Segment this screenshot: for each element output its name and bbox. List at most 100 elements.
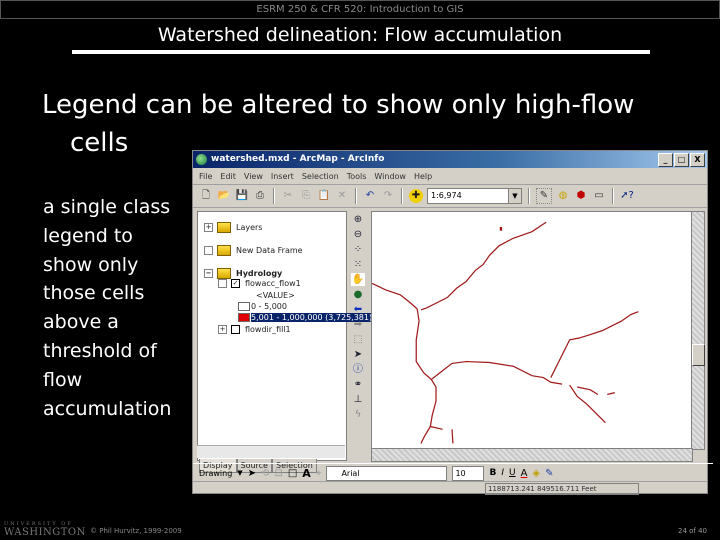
font-size-dropdown[interactable]: 10 xyxy=(452,465,485,481)
redo-icon[interactable]: ↷ xyxy=(381,189,395,203)
menu-selection[interactable]: Selection xyxy=(302,172,339,181)
fill-color-icon[interactable]: ◈ xyxy=(532,468,540,479)
map-view[interactable] xyxy=(371,211,693,450)
save-icon[interactable]: 💾 xyxy=(235,189,249,203)
data-frame-icon xyxy=(217,268,231,279)
layers-icon xyxy=(217,222,231,233)
map-vertical-scrollbar[interactable] xyxy=(691,211,705,450)
zoom-in-icon[interactable]: ⊕ xyxy=(351,213,365,226)
toolbar-separator xyxy=(273,188,275,204)
zoom-out-icon[interactable]: ⊖ xyxy=(351,228,365,241)
bold-icon[interactable]: B xyxy=(489,468,496,478)
arcmap-window: watershed.mxd - ArcMap - ArcInfo _ □ X F… xyxy=(192,150,713,495)
select-elements-icon[interactable]: ➤ xyxy=(351,348,365,361)
toc-new-data-frame[interactable]: New Data Frame xyxy=(204,245,303,256)
whats-this-help-icon[interactable]: ➚? xyxy=(620,189,634,203)
zoom-whole-page-icon[interactable]: ⊡ xyxy=(274,468,282,479)
stream-line xyxy=(451,429,454,444)
flow-accumulation-streams xyxy=(372,221,639,444)
menu-tools[interactable]: Tools xyxy=(347,172,367,181)
stream-line xyxy=(607,392,615,396)
copy-icon[interactable]: ⎘ xyxy=(299,189,313,203)
window-titlebar[interactable]: watershed.mxd - ArcMap - ArcInfo _ □ X xyxy=(193,151,707,168)
menu-file[interactable]: File xyxy=(199,172,212,181)
line-color-icon[interactable]: ✎ xyxy=(545,468,553,479)
hyperlink-icon[interactable]: ϟ xyxy=(351,408,365,421)
stream-line xyxy=(569,384,606,424)
menu-window[interactable]: Window xyxy=(374,172,406,181)
side-text-line: those cells xyxy=(43,282,145,305)
undo-icon[interactable]: ↶ xyxy=(363,189,377,203)
cut-icon[interactable]: ✂ xyxy=(281,189,295,203)
new-text-icon[interactable]: A xyxy=(302,467,311,480)
arccatalog-icon[interactable]: ◍ xyxy=(556,189,570,203)
chevron-down-icon[interactable]: ▼ xyxy=(237,469,242,477)
close-button[interactable]: X xyxy=(690,153,705,167)
legend-swatch xyxy=(238,313,250,322)
full-extent-globe-icon[interactable]: ● xyxy=(351,288,365,301)
toc-horizontal-scrollbar[interactable] xyxy=(197,445,345,458)
back-extent-icon[interactable]: ⬅ xyxy=(351,303,365,316)
rectangle-icon[interactable]: □ xyxy=(288,468,297,479)
side-text-line: show only xyxy=(43,253,139,276)
toc-layer-flowdir[interactable]: + flowdir_fill1 xyxy=(218,325,291,334)
layer-visibility-checkbox[interactable]: ✓ xyxy=(231,279,240,288)
collapse-icon[interactable] xyxy=(218,279,227,288)
chevron-down-icon[interactable]: ▼ xyxy=(508,189,521,203)
menu-insert[interactable]: Insert xyxy=(271,172,294,181)
rotate-icon[interactable]: ⟲ xyxy=(261,468,269,479)
fixed-zoom-in-icon[interactable]: ⁘ xyxy=(351,243,365,256)
command-line-icon[interactable]: ▭ xyxy=(592,189,606,203)
pan-hand-icon[interactable]: ✋ xyxy=(351,273,365,286)
expand-icon[interactable] xyxy=(204,246,213,255)
drawing-menu[interactable]: Drawing xyxy=(199,469,232,478)
identify-icon[interactable]: ⓘ xyxy=(351,363,365,376)
toc-layer-flowacc[interactable]: ✓ flowacc_flow1 xyxy=(218,279,301,288)
layer-visibility-checkbox[interactable] xyxy=(231,325,240,334)
map-horizontal-scrollbar[interactable] xyxy=(371,448,693,462)
stream-line xyxy=(415,308,563,385)
menu-view[interactable]: View xyxy=(244,172,263,181)
collapse-icon[interactable]: − xyxy=(204,269,213,278)
arctoolbox-icon[interactable]: ⬢ xyxy=(574,189,588,203)
tools-toolbar: ⊕ ⊖ ⁘ ⁙ ✋ ● ⬅ ➡ ⬚ ➤ ⓘ ⚭ ⊥ ϟ xyxy=(350,213,366,421)
add-data-icon[interactable]: ✚ xyxy=(409,189,423,203)
expand-icon[interactable]: + xyxy=(218,325,227,334)
new-document-icon[interactable]: 🗋 xyxy=(199,189,213,203)
select-features-icon[interactable]: ⬚ xyxy=(351,333,365,346)
map-scale-value: 1:6,974 xyxy=(431,191,462,200)
expand-icon[interactable]: + xyxy=(204,223,213,232)
menu-help[interactable]: Help xyxy=(414,172,432,181)
open-folder-icon[interactable]: 📂 xyxy=(217,189,231,203)
forward-extent-icon[interactable]: ➡ xyxy=(351,318,365,331)
slide-title: Watershed delineation: Flow accumulation xyxy=(157,24,563,46)
underline-icon[interactable]: U xyxy=(509,468,516,478)
find-binoculars-icon[interactable]: ⚭ xyxy=(351,378,365,391)
menu-edit[interactable]: Edit xyxy=(220,172,236,181)
italic-icon[interactable]: I xyxy=(501,468,504,478)
map-scale-dropdown[interactable]: 1:6,974 ▼ xyxy=(427,188,522,204)
paste-icon[interactable]: 📋 xyxy=(317,189,331,203)
font-name-dropdown[interactable]: Arial xyxy=(326,465,448,481)
toc-hydrology[interactable]: − Hydrology xyxy=(204,268,282,279)
status-bar: 1188713.241 849516.711 Feet xyxy=(193,481,707,495)
fixed-zoom-out-icon[interactable]: ⁙ xyxy=(351,258,365,271)
legend-class-low[interactable]: 0 - 5,000 xyxy=(238,302,287,311)
legend-value-header: <VALUE> xyxy=(256,291,295,300)
print-icon[interactable]: ⎙ xyxy=(253,189,267,203)
maximize-button[interactable]: □ xyxy=(674,153,689,167)
select-elements-icon[interactable]: ➤ xyxy=(248,468,256,479)
side-text-line: above a xyxy=(43,311,119,334)
university-logo: UNIVERSITY OF WASHINGTON xyxy=(4,521,86,538)
scrollbar-thumb[interactable] xyxy=(692,344,705,366)
minimize-button[interactable]: _ xyxy=(658,153,673,167)
edit-vertices-icon[interactable]: ⌖ xyxy=(316,468,322,479)
side-text-line: legend to xyxy=(43,224,133,247)
toolbar-separator xyxy=(355,188,357,204)
delete-icon[interactable]: ✕ xyxy=(335,189,349,203)
stream-line xyxy=(372,282,418,310)
editor-toolbar-icon[interactable]: ✎ xyxy=(536,188,552,204)
measure-icon[interactable]: ⊥ xyxy=(351,393,365,406)
toc-layers[interactable]: + Layers xyxy=(204,222,262,233)
font-color-icon[interactable]: A xyxy=(521,468,528,479)
